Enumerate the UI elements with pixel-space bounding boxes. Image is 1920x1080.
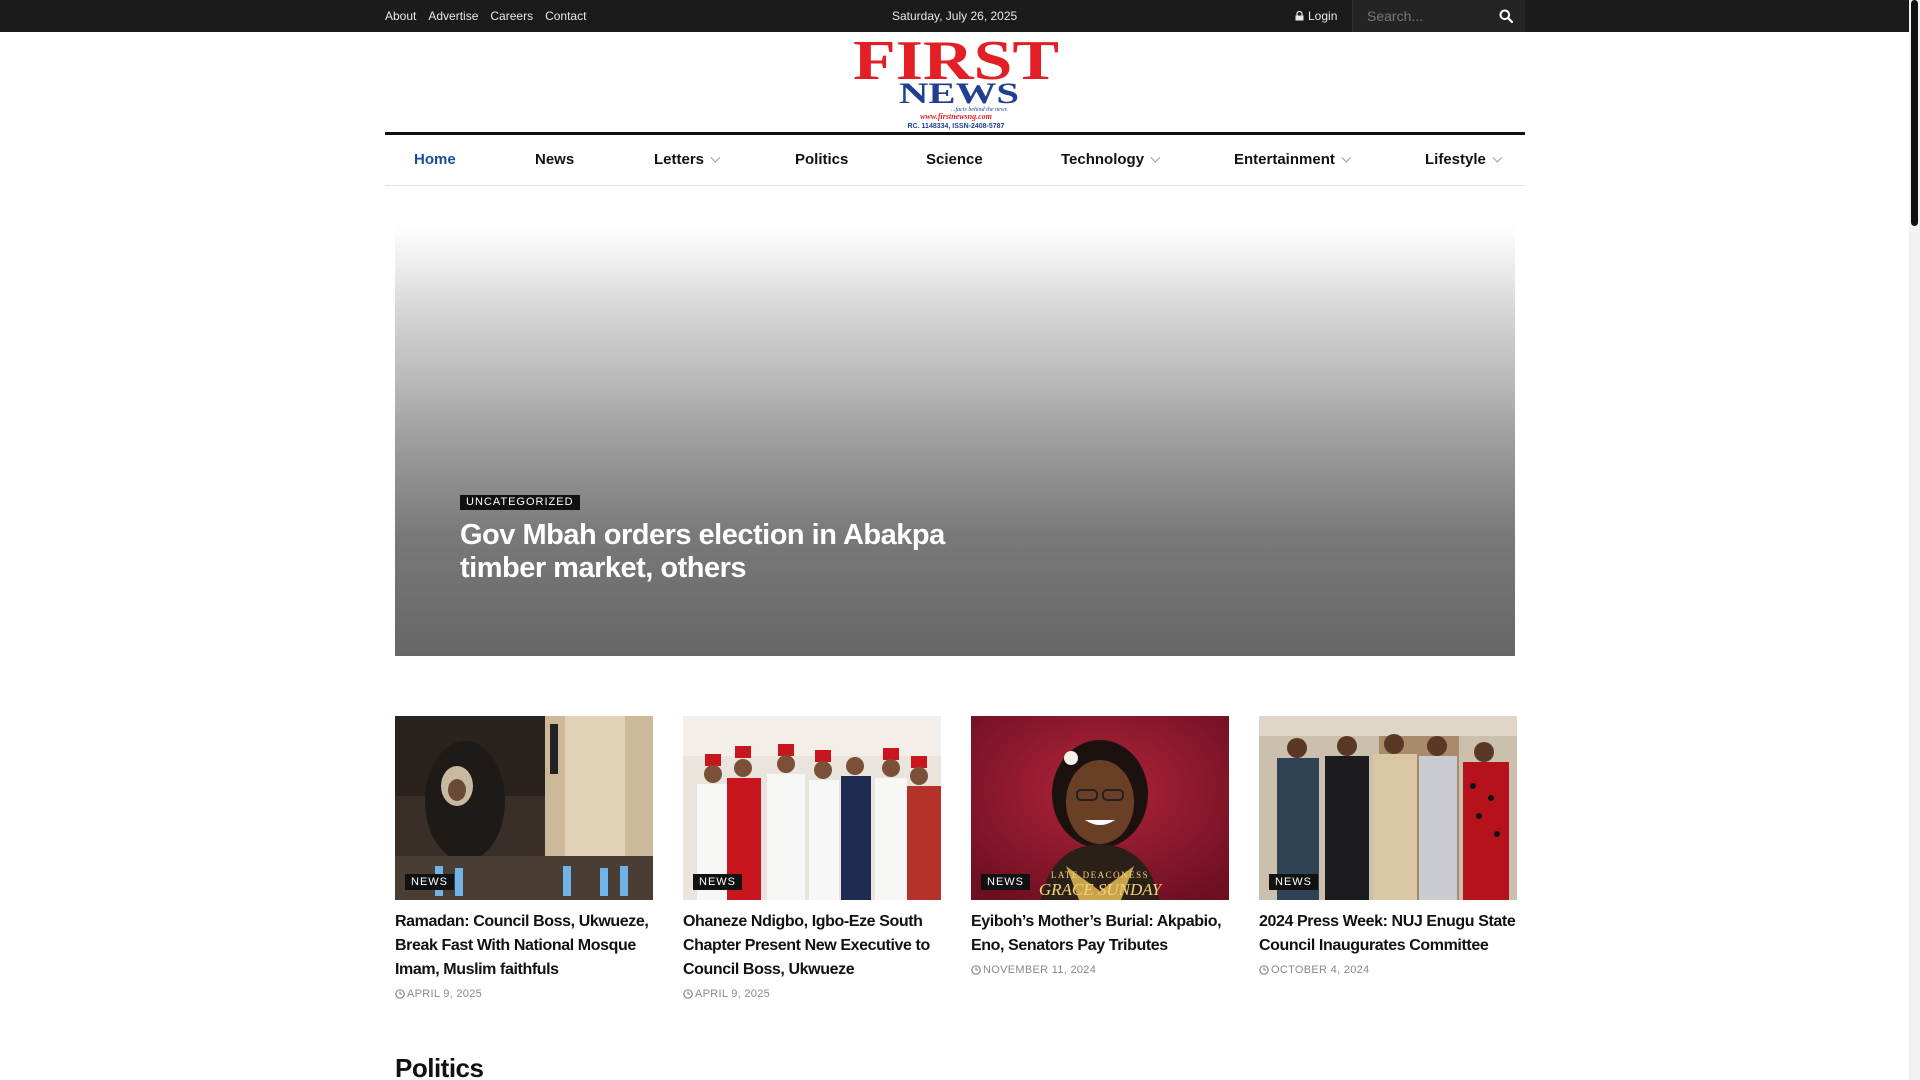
chevron-down-icon bbox=[710, 152, 721, 163]
hero-headline[interactable]: Gov Mbah orders election in Abakpa timbe… bbox=[460, 519, 1020, 585]
login-link[interactable]: Login bbox=[1295, 0, 1337, 32]
article-card[interactable]: NEWS 2024 Press Week: NUJ Enugu State Co… bbox=[1259, 716, 1517, 976]
nav-technology-label: Technology bbox=[1061, 151, 1145, 168]
photo-iftar-event bbox=[395, 716, 653, 900]
card-meta: APRIL 9, 2025 bbox=[683, 988, 941, 1000]
featured-article[interactable]: UNCATEGORIZED Gov Mbah orders election i… bbox=[395, 226, 1515, 656]
poster-caption-line2: GRACE SUNDAY bbox=[1039, 880, 1163, 899]
nav-news[interactable]: News bbox=[535, 135, 574, 185]
card-title[interactable]: Ramadan: Council Boss, Ukwueze, Break Fa… bbox=[395, 910, 653, 982]
card-date: APRIL 9, 2025 bbox=[407, 988, 483, 1000]
poster-caption-line1: LATE DEACONESS bbox=[1051, 870, 1149, 880]
nav-lifestyle[interactable]: Lifestyle bbox=[1425, 135, 1503, 185]
card-title[interactable]: Ohaneze Ndigbo, Igbo-Eze South Chapter P… bbox=[683, 910, 941, 982]
nav-lifestyle-label: Lifestyle bbox=[1425, 151, 1486, 168]
photo-ohaneze-group bbox=[683, 716, 941, 900]
top-link-advertise[interactable]: Advertise bbox=[428, 9, 478, 23]
clock-icon bbox=[395, 989, 405, 999]
clock-icon bbox=[1259, 965, 1269, 975]
nav-home[interactable]: Home bbox=[414, 135, 456, 185]
nav-letters-label: Letters bbox=[654, 151, 705, 168]
nav-entertainment[interactable]: Entertainment bbox=[1234, 135, 1352, 185]
search-icon[interactable] bbox=[1499, 9, 1513, 23]
card-title[interactable]: 2024 Press Week: NUJ Enugu State Council… bbox=[1259, 910, 1517, 958]
card-date: OCTOBER 4, 2024 bbox=[1271, 964, 1370, 976]
photo-nuj-committee bbox=[1259, 716, 1517, 900]
hero-category-badge[interactable]: UNCATEGORIZED bbox=[460, 495, 580, 510]
card-category-badge[interactable]: NEWS bbox=[693, 874, 742, 890]
article-thumbnail[interactable]: NEWS bbox=[683, 716, 941, 900]
nav-science[interactable]: Science bbox=[926, 135, 983, 185]
card-meta: APRIL 9, 2025 bbox=[395, 988, 653, 1000]
card-meta: NOVEMBER 11, 2024 bbox=[971, 964, 1229, 976]
top-bar: About Advertise Careers Contact Saturday… bbox=[0, 0, 1909, 32]
clock-icon bbox=[971, 965, 981, 975]
logo-word-news: NEWS bbox=[899, 77, 1019, 110]
article-card[interactable]: NEWS Ramadan: Council Boss, Ukwueze, Bre… bbox=[395, 716, 653, 1000]
clock-icon bbox=[683, 989, 693, 999]
top-link-contact[interactable]: Contact bbox=[545, 9, 586, 23]
section-title-politics[interactable]: Politics bbox=[395, 1053, 484, 1080]
card-category-badge[interactable]: NEWS bbox=[981, 874, 1030, 890]
top-link-about[interactable]: About bbox=[385, 9, 416, 23]
card-meta: OCTOBER 4, 2024 bbox=[1259, 964, 1517, 976]
card-category-badge[interactable]: NEWS bbox=[405, 874, 454, 890]
article-thumbnail[interactable]: LATE DEACONESS GRACE SUNDAY NEWS bbox=[971, 716, 1229, 900]
article-thumbnail[interactable]: NEWS bbox=[1259, 716, 1517, 900]
login-label: Login bbox=[1308, 9, 1338, 23]
scrollbar-thumb[interactable] bbox=[1911, 0, 1918, 226]
card-date: NOVEMBER 11, 2024 bbox=[983, 964, 1097, 976]
page-scrollbar[interactable] bbox=[1909, 0, 1920, 1080]
current-date: Saturday, July 26, 2025 bbox=[892, 9, 1018, 23]
logo-url: www.firstnewsng.com bbox=[920, 112, 992, 121]
nav-letters[interactable]: Letters bbox=[654, 135, 721, 185]
top-links: About Advertise Careers Contact bbox=[385, 0, 586, 32]
lock-icon bbox=[1295, 11, 1304, 21]
card-date: APRIL 9, 2025 bbox=[695, 988, 771, 1000]
card-title[interactable]: Eyiboh’s Mother’s Burial: Akpabio, Eno, … bbox=[971, 910, 1229, 958]
search-input[interactable] bbox=[1367, 0, 1497, 32]
site-logo[interactable]: FIRST NEWS ...facts behind the news www.… bbox=[851, 33, 1061, 131]
chevron-down-icon bbox=[1150, 152, 1161, 163]
nav-politics[interactable]: Politics bbox=[795, 135, 848, 185]
nav-entertainment-label: Entertainment bbox=[1234, 151, 1335, 168]
article-card[interactable]: LATE DEACONESS GRACE SUNDAY NEWS Eyiboh’… bbox=[971, 716, 1229, 976]
article-card[interactable]: NEWS Ohaneze Ndigbo, Igbo-Eze South Chap… bbox=[683, 716, 941, 1000]
chevron-down-icon bbox=[1492, 152, 1503, 163]
top-link-careers[interactable]: Careers bbox=[490, 9, 533, 23]
nav-technology[interactable]: Technology bbox=[1061, 135, 1161, 185]
main-nav: Home News Letters Politics Science Techn… bbox=[385, 132, 1525, 186]
chevron-down-icon bbox=[1341, 152, 1352, 163]
photo-burial-poster: LATE DEACONESS GRACE SUNDAY bbox=[971, 716, 1229, 900]
search-box bbox=[1352, 0, 1525, 32]
card-category-badge[interactable]: NEWS bbox=[1269, 874, 1318, 890]
logo-registration: RC. 1148334, ISSN-2408-5787 bbox=[908, 123, 1005, 130]
article-thumbnail[interactable]: NEWS bbox=[395, 716, 653, 900]
